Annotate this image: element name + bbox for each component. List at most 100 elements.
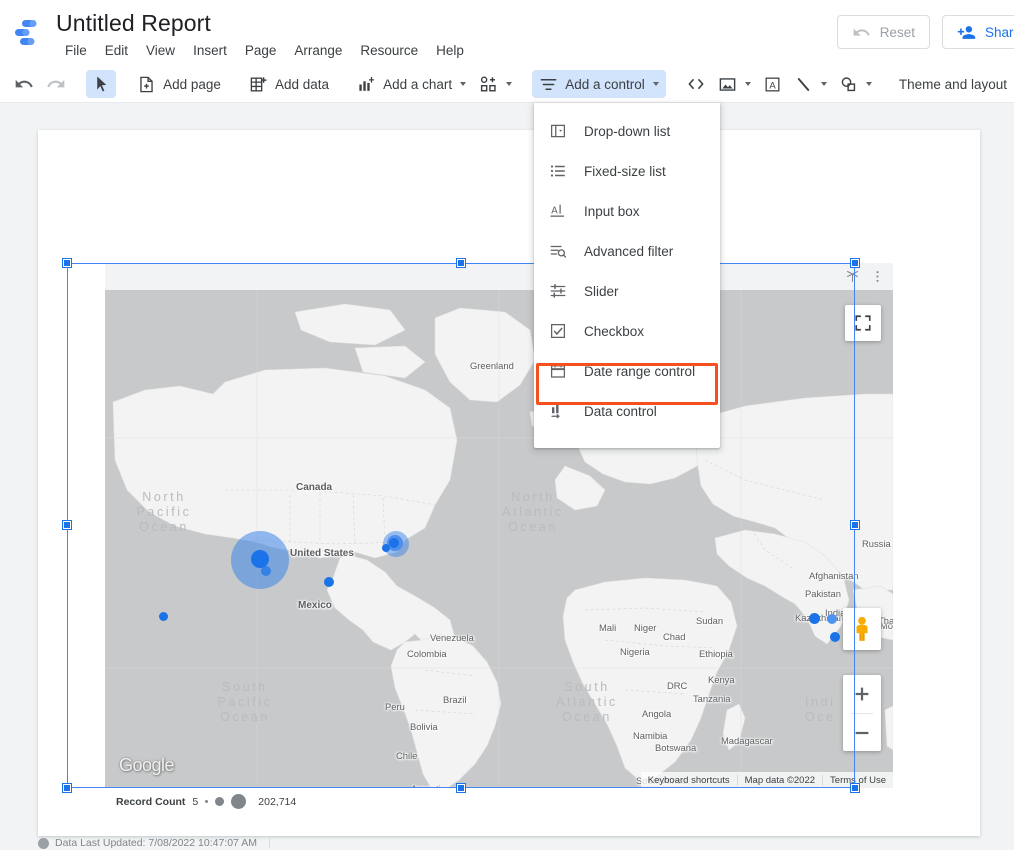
- map-data-bubble[interactable]: [324, 577, 334, 587]
- menu-item-slider[interactable]: Slider: [534, 271, 720, 311]
- advanced-filter-icon: [548, 241, 568, 261]
- menu-page[interactable]: Page: [236, 40, 286, 62]
- menu-item-data-control[interactable]: Data control: [534, 391, 720, 431]
- redo-button[interactable]: [40, 70, 72, 98]
- map-data-bubble[interactable]: [261, 566, 271, 576]
- menu-help[interactable]: Help: [427, 40, 473, 62]
- person-add-icon: [957, 23, 976, 42]
- menu-item-fixed-size-list[interactable]: Fixed-size list: [534, 151, 720, 191]
- more-vert-icon[interactable]: [870, 269, 885, 284]
- country-label: Venezuela: [430, 632, 474, 643]
- map-data-bubble[interactable]: [809, 613, 820, 624]
- zoom-out-button[interactable]: [843, 714, 881, 752]
- ocean-label: North Pacific Ocean: [136, 490, 192, 534]
- zoom-in-button[interactable]: [843, 675, 881, 713]
- insert-image-button[interactable]: [712, 70, 757, 98]
- add-community-viz-button[interactable]: [473, 70, 518, 98]
- country-label: DRC: [667, 680, 688, 691]
- app-header: Untitled Report File Edit View Insert Pa…: [0, 0, 1014, 66]
- add-control-menu[interactable]: Drop-down list Fixed-size list A Input b…: [534, 103, 720, 448]
- map-data-bubble[interactable]: [830, 632, 840, 642]
- add-page-button[interactable]: Add page: [130, 70, 228, 98]
- ocean-label: North Atlantic Ocean: [502, 490, 564, 534]
- report-canvas[interactable]: North Pacific Ocean North Atlantic Ocean…: [0, 103, 1014, 850]
- country-label: Madagascar: [721, 735, 773, 746]
- undo-icon: [14, 74, 34, 94]
- data-studio-logo[interactable]: [12, 18, 44, 48]
- resize-handle-e[interactable]: [851, 521, 859, 529]
- menu-item-input-box[interactable]: A Input box: [534, 191, 720, 231]
- resize-handle-n[interactable]: [457, 259, 465, 267]
- google-logo[interactable]: Google: [119, 755, 175, 776]
- status-divider: [268, 838, 270, 848]
- input-box-icon: A: [548, 201, 568, 221]
- ocean-label: South Atlantic Ocean: [556, 680, 618, 724]
- plus-icon: [855, 687, 869, 701]
- add-chart-button[interactable]: Add a chart: [350, 70, 473, 98]
- keyboard-shortcuts-link[interactable]: Keyboard shortcuts: [641, 775, 737, 786]
- map-data-bubble[interactable]: [389, 538, 399, 548]
- add-data-button[interactable]: Add data: [242, 70, 336, 98]
- add-page-icon: [137, 75, 156, 94]
- reset-button[interactable]: Reset: [836, 15, 930, 49]
- menu-item-drop-down-list[interactable]: Drop-down list: [534, 111, 720, 151]
- country-label: Canada: [296, 482, 333, 493]
- theme-layout-label: Theme and layout: [898, 76, 1007, 92]
- resize-handle-s[interactable]: [457, 784, 465, 792]
- menu-file[interactable]: File: [56, 40, 96, 62]
- country-label: Peru: [385, 701, 405, 712]
- menu-item-advanced-filter[interactable]: Advanced filter: [534, 231, 720, 271]
- country-label: Brazil: [443, 694, 467, 705]
- add-control-button[interactable]: Add a control: [532, 70, 666, 98]
- insert-shape-button[interactable]: [833, 70, 878, 98]
- menu-view[interactable]: View: [137, 40, 184, 62]
- menu-item-checkbox[interactable]: Checkbox: [534, 311, 720, 351]
- share-label: Share: [984, 24, 1014, 40]
- add-chart-label: Add a chart: [383, 76, 453, 92]
- insert-text-button[interactable]: A: [757, 70, 788, 98]
- menu-item-label: Drop-down list: [584, 123, 671, 139]
- resize-handle-w[interactable]: [63, 521, 71, 529]
- resize-handle-se[interactable]: [851, 784, 859, 792]
- undo-arrow-icon: [852, 23, 871, 42]
- embed-button[interactable]: [680, 70, 712, 98]
- menu-item-label: Advanced filter: [584, 243, 674, 259]
- zoom-controls[interactable]: [843, 675, 881, 751]
- menu-resource[interactable]: Resource: [351, 40, 427, 62]
- report-page[interactable]: North Pacific Ocean North Atlantic Ocean…: [38, 130, 980, 836]
- add-data-icon: [249, 75, 268, 94]
- ocean-label: South Pacific Ocean: [217, 680, 273, 724]
- menu-insert[interactable]: Insert: [184, 40, 236, 62]
- map-data-bubble[interactable]: [827, 614, 837, 624]
- google-map[interactable]: North Pacific Ocean North Atlantic Ocean…: [105, 290, 893, 788]
- country-label: Ethiopia: [699, 648, 733, 659]
- undo-button[interactable]: [8, 70, 40, 98]
- resize-handle-ne[interactable]: [851, 259, 859, 267]
- map-data-bubble[interactable]: [382, 544, 390, 552]
- select-tool-button[interactable]: [86, 70, 117, 98]
- chevron-down-icon: [865, 82, 872, 86]
- menu-arrange[interactable]: Arrange: [285, 40, 351, 62]
- pin-filter-icon[interactable]: [845, 269, 860, 284]
- add-page-label: Add page: [163, 76, 221, 92]
- menu-bar: File Edit View Insert Page Arrange Resou…: [56, 40, 473, 62]
- geo-map-component[interactable]: North Pacific Ocean North Atlantic Ocean…: [105, 263, 893, 815]
- fullscreen-button[interactable]: [845, 305, 881, 341]
- insert-line-button[interactable]: [788, 70, 833, 98]
- resize-handle-nw[interactable]: [63, 259, 71, 267]
- header-actions: Reset Share: [836, 15, 1014, 49]
- theme-and-layout-button[interactable]: Theme and layout: [892, 70, 1014, 98]
- status-text: Data Last Updated: 7/08/2022 10:47:07 AM: [55, 837, 257, 849]
- shape-icon: [839, 75, 858, 94]
- resize-handle-sw[interactable]: [63, 784, 71, 792]
- map-data-bubble[interactable]: [159, 612, 168, 621]
- street-view-button[interactable]: [843, 608, 881, 650]
- country-label: Colombia: [407, 648, 447, 659]
- country-label: Chile: [396, 750, 418, 761]
- page-title[interactable]: Untitled Report: [56, 8, 211, 38]
- legend-min-value: 5: [192, 795, 199, 808]
- menu-edit[interactable]: Edit: [96, 40, 137, 62]
- menu-item-date-range-control[interactable]: Date range control: [534, 351, 720, 391]
- share-button[interactable]: Share: [941, 15, 1014, 49]
- menu-item-label: Checkbox: [584, 323, 645, 339]
